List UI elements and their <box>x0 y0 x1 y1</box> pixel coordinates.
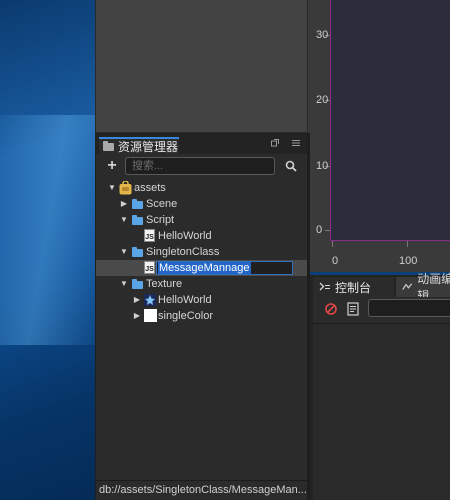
y-tick-label: 0 <box>316 224 323 236</box>
search-input[interactable] <box>125 157 275 175</box>
folder-icon <box>132 215 143 225</box>
image-icon <box>144 309 157 322</box>
image-icon <box>144 294 156 306</box>
tree-item-label: assets <box>134 182 166 194</box>
scene-canvas[interactable] <box>330 0 450 241</box>
tree-item-helloworld-image[interactable]: ▶ HelloWorld <box>96 292 307 308</box>
hierarchy-panel <box>95 0 308 133</box>
x-tick-mark <box>332 241 333 247</box>
folder-icon <box>132 199 143 209</box>
tree-item-label: HelloWorld <box>158 230 212 242</box>
search-icon <box>285 160 297 172</box>
x-tick-mark <box>407 241 408 247</box>
clear-icon[interactable] <box>324 302 338 316</box>
tree-item-texture[interactable]: ▼ Texture <box>96 276 307 292</box>
tree-item-label: Scene <box>146 198 178 210</box>
js-file-icon: JS <box>144 229 155 242</box>
console-icon <box>319 282 330 291</box>
tree-item-singlecolor[interactable]: ▶ singleColor <box>96 308 307 324</box>
tree-item-assets[interactable]: ▼ assets <box>96 180 307 196</box>
tree-item-label: SingletonClass <box>146 246 220 258</box>
folder-icon <box>103 140 114 151</box>
chevron-right-icon[interactable]: ▶ <box>120 200 128 208</box>
tab-animation[interactable]: 动画编辑 <box>396 272 450 303</box>
chevron-right-icon[interactable]: ▶ <box>133 296 141 304</box>
tab-console[interactable]: 控制台 <box>313 277 394 297</box>
y-tick-label: 10 <box>316 160 329 172</box>
desktop-background <box>0 0 95 500</box>
menu-icon[interactable] <box>291 138 301 148</box>
js-file-icon: JS <box>144 261 155 274</box>
plus-icon[interactable]: + <box>104 157 120 175</box>
x-tick-label: 0 <box>332 255 339 267</box>
tree-item-helloworld-script[interactable]: JS HelloWorld <box>96 228 307 244</box>
rename-input[interactable]: MessageMannage <box>156 261 293 275</box>
tab-console-label: 控制台 <box>335 280 372 295</box>
tree-item-label: singleColor <box>158 310 214 322</box>
chevron-down-icon[interactable]: ▼ <box>108 184 116 192</box>
tree-item-scene[interactable]: ▶ Scene <box>96 196 307 212</box>
database-icon <box>119 181 132 195</box>
tab-icons <box>270 138 301 148</box>
folder-icon <box>132 279 143 289</box>
settings-icon[interactable] <box>270 138 280 148</box>
chevron-down-icon[interactable]: ▼ <box>120 280 128 288</box>
tree-item-singletonclass[interactable]: ▼ SingletonClass <box>96 244 307 260</box>
y-tick-label: 30 <box>316 29 329 41</box>
tree-item-script[interactable]: ▼ Script <box>96 212 307 228</box>
x-tick-label: 100 <box>399 255 418 267</box>
tab-assets-label: 资源管理器 <box>118 140 179 154</box>
tree-item-label: Script <box>146 214 175 226</box>
tree-item-messagemannage[interactable]: JS MessageMannage <box>96 260 307 276</box>
console-output <box>313 323 450 500</box>
animation-icon <box>402 283 413 290</box>
chevron-down-icon[interactable]: ▼ <box>120 216 128 224</box>
y-tick-mark <box>325 230 330 231</box>
chevron-right-icon[interactable]: ▶ <box>133 312 141 320</box>
tree-item-label: HelloWorld <box>158 294 212 306</box>
rename-input-text: MessageMannage <box>158 262 251 274</box>
asset-tree: ▼ assets ▶ Scene ▼ Script JS HelloWorld … <box>96 180 307 480</box>
status-bar: db://assets/SingletonClass/MessageMan... <box>96 480 307 500</box>
folder-icon <box>132 247 143 257</box>
tab-assets[interactable]: 资源管理器 <box>99 137 179 154</box>
console-filter-input[interactable] <box>368 299 450 317</box>
search-button[interactable] <box>281 157 301 175</box>
chevron-down-icon[interactable]: ▼ <box>120 248 128 256</box>
log-icon[interactable] <box>347 302 359 316</box>
tree-item-label: Texture <box>146 278 183 290</box>
y-tick-label: 20 <box>316 94 329 106</box>
